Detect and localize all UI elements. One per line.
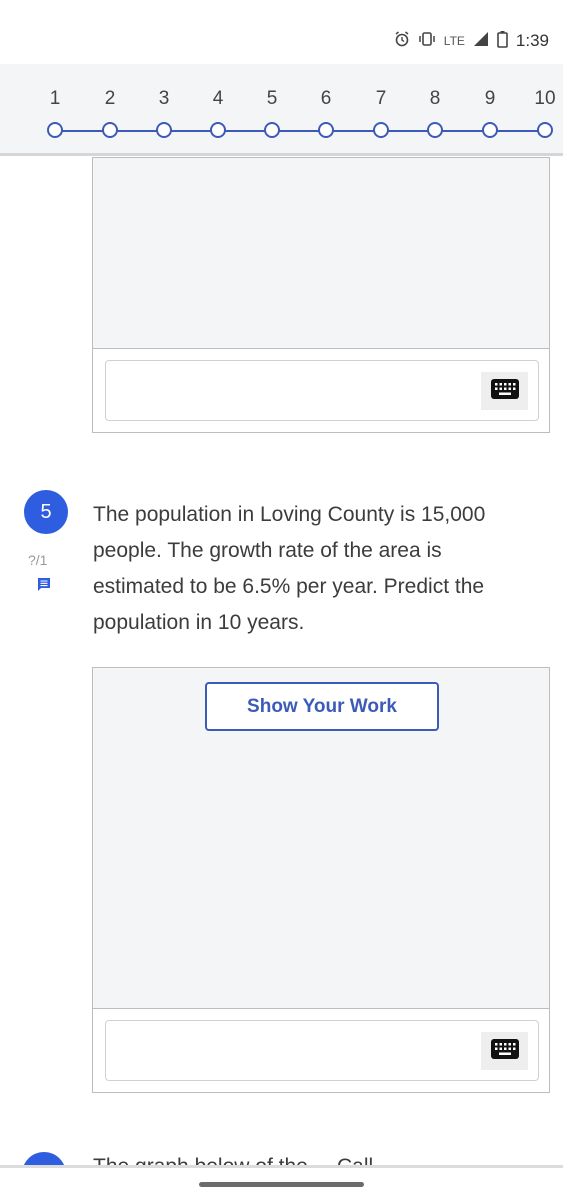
battery-icon bbox=[497, 30, 508, 52]
home-gesture-handle[interactable] bbox=[199, 1182, 364, 1187]
step-dot bbox=[210, 122, 226, 138]
keyboard-button[interactable] bbox=[481, 372, 528, 410]
step-dot bbox=[102, 122, 118, 138]
work-area[interactable]: Show Your Work bbox=[93, 668, 549, 1009]
status-time: 1:39 bbox=[515, 31, 549, 50]
step-dot bbox=[373, 122, 389, 138]
question-score: ?/1 bbox=[28, 552, 48, 568]
keyboard-icon bbox=[490, 1039, 519, 1063]
answer-input[interactable] bbox=[105, 360, 539, 421]
previous-answer-card bbox=[92, 157, 550, 433]
question-number-badge[interactable]: 5 bbox=[24, 490, 68, 534]
navigation-bar bbox=[0, 1165, 563, 1200]
step-9[interactable]: 9 bbox=[475, 86, 505, 138]
keyboard-button[interactable] bbox=[481, 1032, 528, 1070]
step-6[interactable]: 6 bbox=[311, 86, 341, 138]
step-dot bbox=[264, 122, 280, 138]
status-bar: LTE 1:39 bbox=[0, 0, 563, 64]
step-dot bbox=[47, 122, 63, 138]
comment-icon[interactable] bbox=[37, 576, 51, 595]
step-10[interactable]: 10 bbox=[530, 86, 560, 138]
step-dot bbox=[318, 122, 334, 138]
keyboard-icon bbox=[490, 379, 519, 403]
step-8[interactable]: 8 bbox=[420, 86, 450, 138]
step-dot bbox=[427, 122, 443, 138]
step-2[interactable]: 2 bbox=[95, 86, 125, 138]
step-1[interactable]: 1 bbox=[40, 86, 70, 138]
step-3[interactable]: 3 bbox=[149, 86, 179, 138]
step-7[interactable]: 7 bbox=[366, 86, 396, 138]
step-dot bbox=[482, 122, 498, 138]
answer-card: Show Your Work bbox=[92, 667, 550, 1093]
question-text: The population in Loving County is 15,00… bbox=[93, 503, 486, 634]
question-stepper: 1 2 3 4 5 6 7 8 9 10 bbox=[0, 64, 563, 156]
step-5[interactable]: 5 bbox=[257, 86, 287, 138]
alarm-icon bbox=[394, 31, 410, 51]
step-dot bbox=[156, 122, 172, 138]
stepper-line bbox=[55, 130, 545, 132]
signal-icon bbox=[473, 31, 489, 51]
work-area[interactable] bbox=[93, 158, 549, 349]
step-4[interactable]: 4 bbox=[203, 86, 233, 138]
network-type: LTE bbox=[443, 34, 465, 48]
vibrate-icon bbox=[418, 32, 436, 50]
show-your-work-button[interactable]: Show Your Work bbox=[205, 682, 439, 731]
answer-input[interactable] bbox=[105, 1020, 539, 1081]
step-dot bbox=[537, 122, 553, 138]
